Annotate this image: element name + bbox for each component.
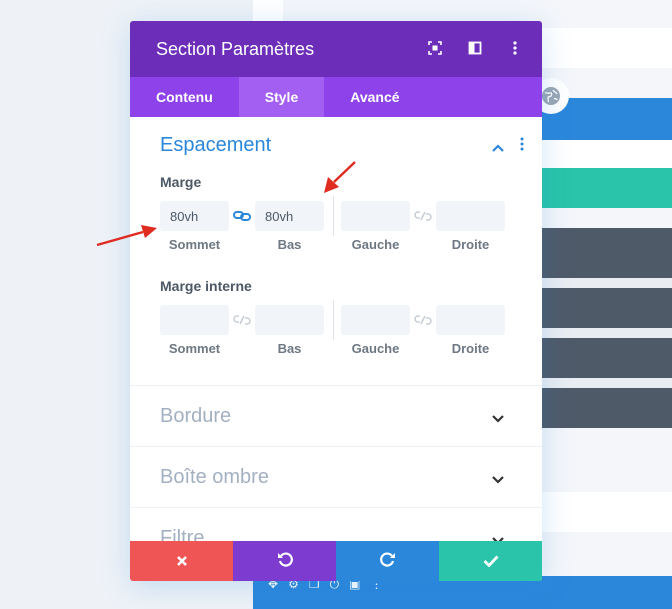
- filter-title: Filtre: [160, 526, 205, 542]
- margin-top-label: Sommet: [168, 237, 221, 252]
- padding-top-label: Sommet: [168, 341, 221, 356]
- spacing-title: Espacement: [160, 133, 272, 156]
- split-view-icon[interactable]: [466, 39, 484, 57]
- chevron-down-icon[interactable]: [492, 532, 504, 541]
- tab-bar: Contenu Style Avancé: [130, 77, 542, 117]
- chevron-up-icon[interactable]: [492, 139, 504, 157]
- border-title: Bordure: [160, 404, 232, 427]
- padding-left-input[interactable]: [341, 305, 410, 335]
- margin-label: Marge: [160, 174, 202, 190]
- margin-fields: 80vh 80vh: [130, 196, 542, 236]
- margin-bottom-label: Bas: [277, 237, 302, 252]
- padding-label: Marge interne: [160, 278, 252, 294]
- unlink-icon[interactable]: [410, 201, 436, 231]
- padding-field-labels: Sommet Bas Gauche Droite: [130, 341, 542, 357]
- undo-button[interactable]: [233, 541, 336, 581]
- modal-header[interactable]: Section Paramètres: [130, 21, 542, 77]
- field-divider: [333, 196, 334, 236]
- background-row-teal: [542, 168, 672, 208]
- background-row-white: [542, 140, 672, 168]
- check-icon: [483, 551, 499, 572]
- margin-field-labels: Sommet Bas Gauche Droite: [130, 237, 542, 253]
- box-shadow-title: Boîte ombre: [160, 465, 269, 488]
- tab-style[interactable]: Style: [238, 77, 325, 117]
- chevron-down-icon[interactable]: [492, 410, 504, 428]
- padding-top-input[interactable]: [160, 305, 229, 335]
- toggle-filter[interactable]: Filtre: [130, 507, 542, 541]
- close-icon: [176, 551, 188, 572]
- tab-avance[interactable]: Avancé: [324, 77, 425, 117]
- padding-bottom-input[interactable]: [255, 305, 324, 335]
- margin-top-input[interactable]: 80vh: [160, 201, 229, 231]
- padding-fields: [130, 300, 542, 340]
- save-button[interactable]: [439, 541, 542, 581]
- chevron-down-icon[interactable]: [492, 471, 504, 489]
- redo-icon: [379, 551, 396, 572]
- margin-bottom-input[interactable]: 80vh: [255, 201, 324, 231]
- unlink-icon[interactable]: [229, 305, 255, 335]
- fullscreen-icon[interactable]: [426, 39, 444, 57]
- header-actions: [426, 39, 524, 57]
- padding-right-label: Droite: [451, 341, 490, 356]
- modal-body: Espacement Marge 80vh 80vh Sommet Bas Ga…: [130, 117, 542, 541]
- background-divider: [542, 328, 672, 338]
- padding-left-label: Gauche: [351, 341, 400, 356]
- margin-left-input[interactable]: [341, 201, 410, 231]
- background-row-white: [542, 492, 672, 532]
- discard-button[interactable]: [130, 541, 233, 581]
- unlink-icon[interactable]: [410, 305, 436, 335]
- modal-title: Section Paramètres: [156, 38, 315, 59]
- modal-footer: [130, 541, 542, 581]
- margin-right-input[interactable]: [436, 201, 505, 231]
- toggle-box-shadow[interactable]: Boîte ombre: [130, 446, 542, 507]
- margin-right-label: Droite: [451, 237, 490, 252]
- redo-button[interactable]: [336, 541, 439, 581]
- padding-right-input[interactable]: [436, 305, 505, 335]
- background-divider: [542, 278, 672, 288]
- link-icon[interactable]: [229, 201, 255, 231]
- toggle-spacing-header[interactable]: Espacement: [130, 117, 542, 173]
- more-vertical-icon[interactable]: [506, 39, 524, 57]
- background-divider: [542, 378, 672, 388]
- margin-left-label: Gauche: [351, 237, 400, 252]
- field-divider: [333, 300, 334, 340]
- more-vertical-icon[interactable]: [520, 137, 524, 156]
- section-settings-modal: Section Paramètres Contenu Style Avancé …: [130, 21, 542, 581]
- toggle-border[interactable]: Bordure: [130, 385, 542, 446]
- undo-icon: [277, 551, 293, 572]
- padding-bottom-label: Bas: [277, 341, 302, 356]
- tab-contenu[interactable]: Contenu: [130, 77, 239, 117]
- background-row-white: [542, 28, 672, 68]
